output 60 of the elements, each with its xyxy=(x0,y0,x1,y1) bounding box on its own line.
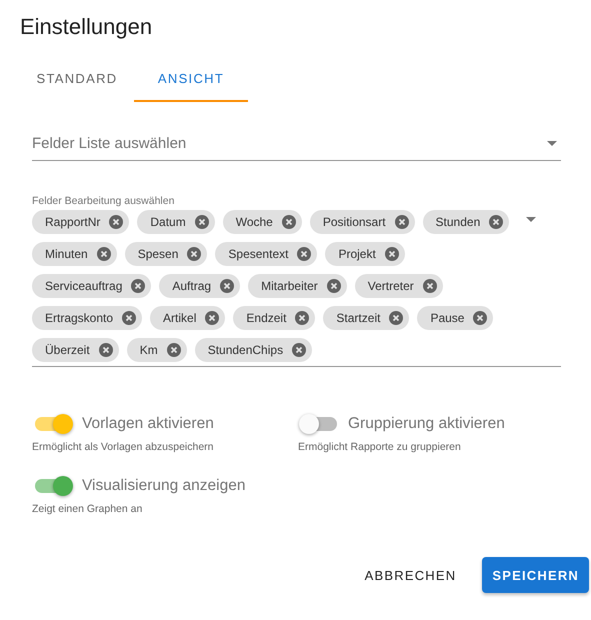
remove-icon[interactable] xyxy=(422,279,437,293)
toggle-description: Ermöglicht als Vorlagen abzuspeichern xyxy=(32,441,215,453)
remove-icon[interactable] xyxy=(131,279,146,293)
field-chip[interactable]: Projekt xyxy=(325,242,405,266)
tab[interactable]: STANDARD xyxy=(20,56,134,102)
field-chip[interactable]: Stunden xyxy=(422,210,510,234)
toggle-label: Gruppierung aktivieren xyxy=(348,415,505,433)
field-chip[interactable]: Vertreter xyxy=(354,274,443,298)
edit-select-field[interactable]: Felder Bearbeitung auswählen RapportNr Datum Woche Positionsart Stunden Minuten Spesen Spesentext Projekt Serviceauftrag Auftrag Mitarbeiter Vertreter Ertragskonto Artikel Endzeit Startzeit Pause Überzeit Km StundenChips xyxy=(32,191,561,367)
dropdown-caret-icon xyxy=(526,217,536,222)
field-chip[interactable]: Spesentext xyxy=(215,242,318,266)
field-chip[interactable]: Km xyxy=(126,338,187,362)
remove-icon[interactable] xyxy=(166,343,181,357)
field-chip[interactable]: Mitarbeiter xyxy=(248,274,347,298)
field-chip[interactable]: Auftrag xyxy=(159,274,240,298)
remove-icon[interactable] xyxy=(326,279,341,293)
field-chip[interactable]: Startzeit xyxy=(323,306,410,330)
dialog-title: Einstellungen xyxy=(20,13,152,41)
field-chip[interactable]: Datum xyxy=(137,210,215,234)
field-chip[interactable]: Artikel xyxy=(150,306,226,330)
toggle-switch[interactable] xyxy=(35,417,71,431)
field-chip[interactable]: RapportNr xyxy=(32,210,130,234)
field-chip[interactable]: Pause xyxy=(417,306,494,330)
remove-icon[interactable] xyxy=(96,247,111,261)
remove-icon[interactable] xyxy=(187,247,202,261)
field-chip[interactable]: Ertragskonto xyxy=(32,306,142,330)
field-chip[interactable]: Spesen xyxy=(124,242,208,266)
remove-icon[interactable] xyxy=(109,215,124,229)
dropdown-caret-icon xyxy=(547,140,557,146)
save-button[interactable]: SPEICHERN xyxy=(482,557,589,593)
remove-icon[interactable] xyxy=(384,247,399,261)
remove-icon[interactable] xyxy=(295,311,310,325)
toggle-description: Zeigt einen Graphen an xyxy=(32,503,144,515)
toggle-switch[interactable] xyxy=(301,417,337,431)
toggle-description: Ermöglicht Rapporte zu gruppieren xyxy=(298,441,462,453)
field-chip[interactable]: Überzeit xyxy=(32,338,119,362)
field-chip[interactable]: Minuten xyxy=(32,242,117,266)
tab[interactable]: ANSICHT xyxy=(134,56,248,102)
remove-icon[interactable] xyxy=(205,311,220,325)
remove-icon[interactable] xyxy=(473,311,488,325)
remove-icon[interactable] xyxy=(389,311,404,325)
remove-icon[interactable] xyxy=(489,215,504,229)
field-chip[interactable]: Endzeit xyxy=(233,306,316,330)
remove-icon[interactable] xyxy=(292,343,306,357)
remove-icon[interactable] xyxy=(98,343,113,357)
remove-icon[interactable] xyxy=(282,215,296,229)
field-chip[interactable]: StundenChips xyxy=(194,338,312,362)
field-chip[interactable]: Positionsart xyxy=(310,210,415,234)
field-chip[interactable]: Serviceauftrag xyxy=(32,274,152,298)
remove-icon[interactable] xyxy=(194,215,209,229)
cancel-button[interactable]: ABBRECHEN xyxy=(354,557,466,593)
remove-icon[interactable] xyxy=(220,279,234,293)
remove-icon[interactable] xyxy=(297,247,312,261)
toggle-label: Visualisierung anzeigen xyxy=(82,477,246,495)
remove-icon[interactable] xyxy=(394,215,409,229)
toggle-switch[interactable] xyxy=(35,479,71,493)
toggle-label: Vorlagen aktivieren xyxy=(82,415,214,433)
remove-icon[interactable] xyxy=(122,311,136,325)
field-chip[interactable]: Woche xyxy=(222,210,302,234)
list-select-field[interactable]: Felder Liste auswählen xyxy=(32,126,561,161)
